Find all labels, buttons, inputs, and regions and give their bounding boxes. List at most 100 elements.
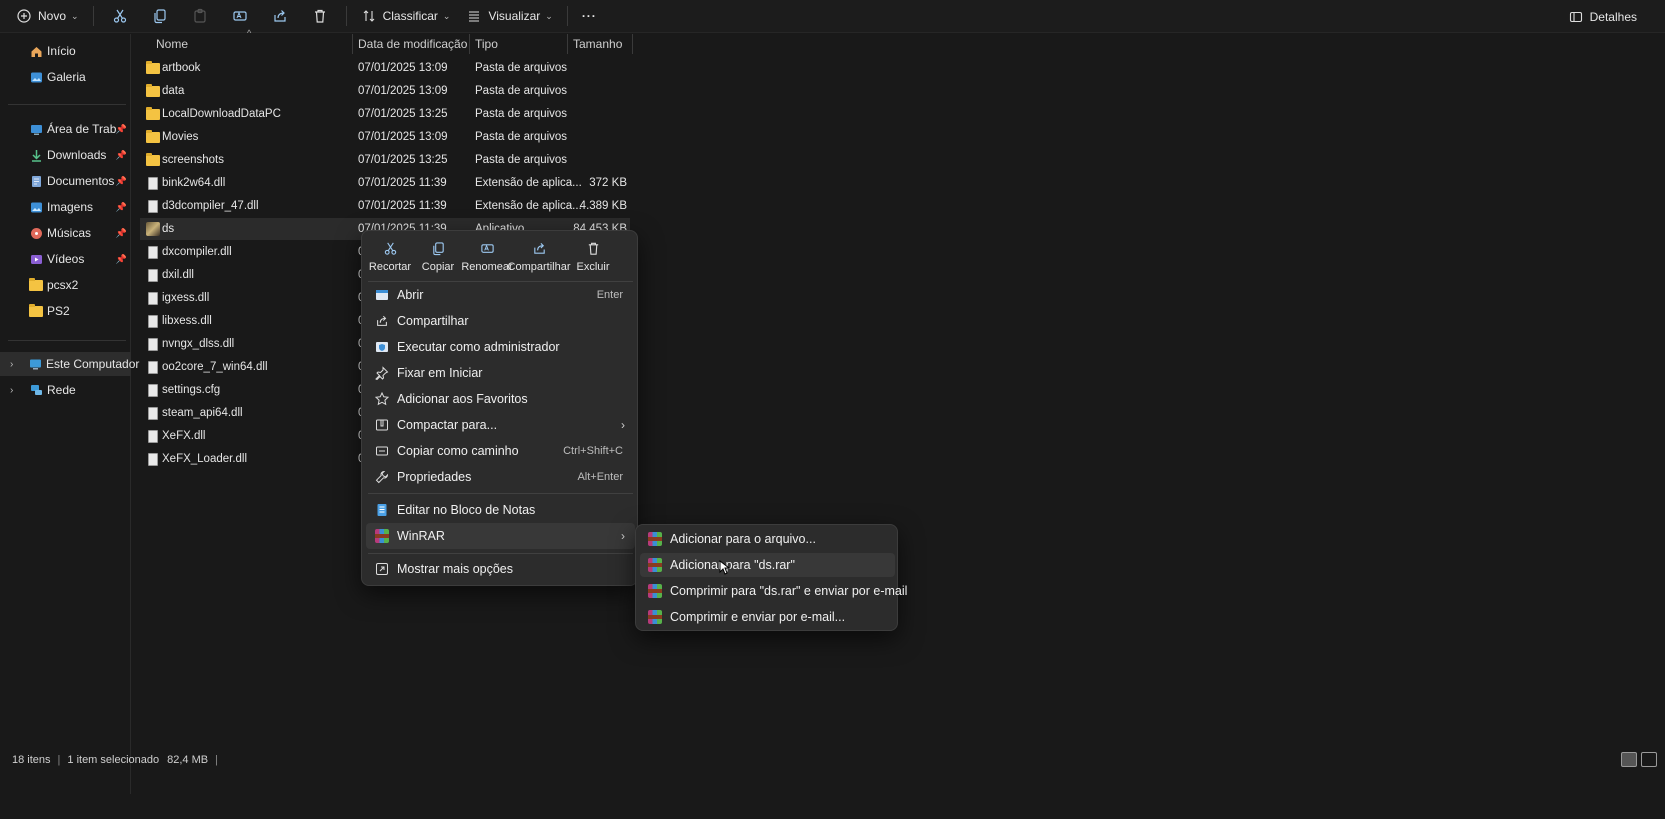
winrar-icon — [648, 532, 662, 546]
file-row[interactable]: artbook 07/01/2025 13:09 Pasta de arquiv… — [140, 57, 630, 79]
sidebar-item-label: pcsx2 — [47, 278, 79, 292]
file-name: igxess.dll — [162, 292, 210, 304]
sidebar-item-label: Downloads — [47, 148, 107, 162]
tiles-view-icon[interactable] — [1641, 752, 1657, 767]
submenu-item-compress-email[interactable]: Comprimir e enviar por e-mail... — [640, 605, 895, 629]
file-row[interactable]: LocalDownloadDataPC 07/01/2025 13:25 Pas… — [140, 103, 630, 125]
menu-item-compress-to[interactable]: Compactar para... › — [366, 412, 635, 438]
divider — [92, 6, 94, 26]
pin-icon — [374, 365, 390, 381]
submenu-item-add-to-ds-rar[interactable]: Adicionar para "ds.rar" — [640, 553, 895, 577]
sidebar-item-this-pc[interactable]: › Este Computador — [0, 352, 139, 376]
column-header-name[interactable]: Nome ^ — [151, 28, 353, 54]
sidebar-item-gallery[interactable]: Galeria — [0, 65, 131, 89]
menu-item-pin-start[interactable]: Fixar em Iniciar — [366, 360, 635, 386]
menu-item-edit-notepad[interactable]: Editar no Bloco de Notas — [366, 497, 635, 523]
quick-action-rename[interactable]: Renomear — [461, 239, 513, 279]
divider — [345, 6, 347, 26]
quick-action-label: Copiar — [421, 261, 455, 273]
menu-item-winrar[interactable]: WinRAR › — [366, 523, 635, 549]
menu-item-add-favorites[interactable]: Adicionar aos Favoritos — [366, 386, 635, 412]
zip-icon — [374, 417, 390, 433]
column-header-date[interactable]: Data de modificação — [353, 34, 470, 54]
chevron-right-icon[interactable]: › — [10, 359, 13, 370]
sidebar-item-documents[interactable]: Documentos 📌 — [0, 169, 131, 193]
file-row[interactable]: data 07/01/2025 13:09 Pasta de arquivos — [140, 80, 630, 102]
paste-icon — [193, 8, 206, 23]
sidebar-item-label: Início — [47, 44, 76, 58]
menu-item-more-options[interactable]: Mostrar mais opções — [366, 556, 635, 582]
file-type: Pasta de arquivos — [475, 108, 568, 120]
menu-shortcut: Ctrl+Shift+C — [563, 445, 623, 457]
column-header-size[interactable]: Tamanho — [568, 34, 633, 54]
sidebar-item-label: Rede — [47, 383, 76, 397]
sort-button[interactable]: Classificar ⌄ — [353, 2, 459, 30]
file-date: 07/01/2025 11:39 — [358, 177, 447, 189]
cut-icon — [383, 239, 398, 257]
file-type: Pasta de arquivos — [475, 131, 568, 143]
details-view-icon[interactable] — [1621, 752, 1637, 767]
share-button[interactable] — [260, 2, 300, 30]
winrar-icon — [374, 528, 390, 544]
quick-action-share[interactable]: Compartilhar — [508, 239, 570, 279]
new-label: Novo — [38, 9, 67, 23]
copy-icon — [431, 239, 446, 257]
column-header-type[interactable]: Tipo — [470, 34, 568, 54]
documents-icon — [29, 174, 43, 188]
sidebar-item-label: PS2 — [47, 304, 70, 318]
file-date: 07/01/2025 13:25 — [358, 108, 448, 120]
sidebar-item-music[interactable]: Músicas 📌 — [0, 221, 131, 245]
menu-item-open[interactable]: Abrir Enter — [366, 282, 635, 308]
cut-button[interactable] — [100, 2, 140, 30]
view-button[interactable]: Visualizar ⌄ — [458, 2, 560, 30]
file-row[interactable]: screenshots 07/01/2025 13:25 Pasta de ar… — [140, 149, 630, 171]
submenu-item-label: Comprimir para "ds.rar" e enviar por e-m… — [670, 584, 908, 598]
details-button[interactable]: Detalhes — [1560, 3, 1645, 31]
file-row[interactable]: Movies 07/01/2025 13:09 Pasta de arquivo… — [140, 126, 630, 148]
file-name: data — [162, 85, 185, 97]
more-button[interactable]: ··· — [574, 2, 605, 30]
menu-item-copy-path[interactable]: Copiar como caminho Ctrl+Shift+C — [366, 438, 635, 464]
paste-button[interactable] — [180, 2, 220, 30]
sidebar-item-pictures[interactable]: Imagens 📌 — [0, 195, 131, 219]
cut-icon — [113, 9, 126, 23]
delete-button[interactable] — [300, 2, 340, 30]
divider — [8, 104, 126, 105]
file-icon — [146, 314, 160, 328]
folder-icon — [29, 277, 43, 292]
file-type: Pasta de arquivos — [475, 62, 568, 74]
sidebar-item-label: Área de Trabalho — [47, 122, 117, 136]
sidebar-item-pcsx2[interactable]: pcsx2 — [0, 273, 131, 297]
menu-item-run-as-admin[interactable]: Executar como administrador — [366, 334, 635, 360]
sidebar-item-downloads[interactable]: Downloads 📌 — [0, 143, 131, 167]
rename-button[interactable] — [220, 2, 260, 30]
quick-action-cut[interactable]: Recortar — [368, 239, 412, 279]
sidebar-item-home[interactable]: Início — [0, 39, 131, 63]
sort-label: Classificar — [382, 9, 438, 23]
view-label: Visualizar — [488, 9, 541, 23]
copy-icon — [153, 9, 166, 24]
copy-button[interactable] — [140, 2, 180, 30]
winrar-icon — [648, 558, 662, 572]
quick-action-delete[interactable]: Excluir — [574, 239, 612, 279]
menu-item-share[interactable]: Compartilhar — [366, 308, 635, 334]
submenu-item-add-to-archive[interactable]: Adicionar para o arquivo... — [640, 527, 895, 551]
file-row[interactable]: d3dcompiler_47.dll 07/01/2025 11:39 Exte… — [140, 195, 630, 217]
file-name: oo2core_7_win64.dll — [162, 361, 268, 373]
sidebar-item-label: Vídeos — [47, 252, 85, 266]
file-name: XeFX.dll — [162, 430, 206, 442]
sidebar-item-videos[interactable]: Vídeos 📌 — [0, 247, 131, 271]
folder-icon — [146, 152, 160, 167]
menu-item-properties[interactable]: Propriedades Alt+Enter — [366, 464, 635, 490]
quick-action-copy[interactable]: Copiar — [420, 239, 456, 279]
star-icon — [374, 391, 390, 407]
new-button[interactable]: Novo ⌄ — [8, 2, 87, 30]
sort-ascending-icon: ^ — [247, 28, 252, 38]
sidebar-item-ps2[interactable]: PS2 — [0, 299, 131, 323]
file-icon — [146, 360, 160, 374]
file-row[interactable]: bink2w64.dll 07/01/2025 11:39 Extensão d… — [140, 172, 630, 194]
sidebar-item-desktop[interactable]: Área de Trabalho 📌 — [0, 117, 131, 141]
submenu-item-compress-email-ds[interactable]: Comprimir para "ds.rar" e enviar por e-m… — [640, 579, 907, 603]
chevron-right-icon[interactable]: › — [10, 385, 13, 396]
sidebar-item-network[interactable]: › Rede — [0, 378, 131, 402]
